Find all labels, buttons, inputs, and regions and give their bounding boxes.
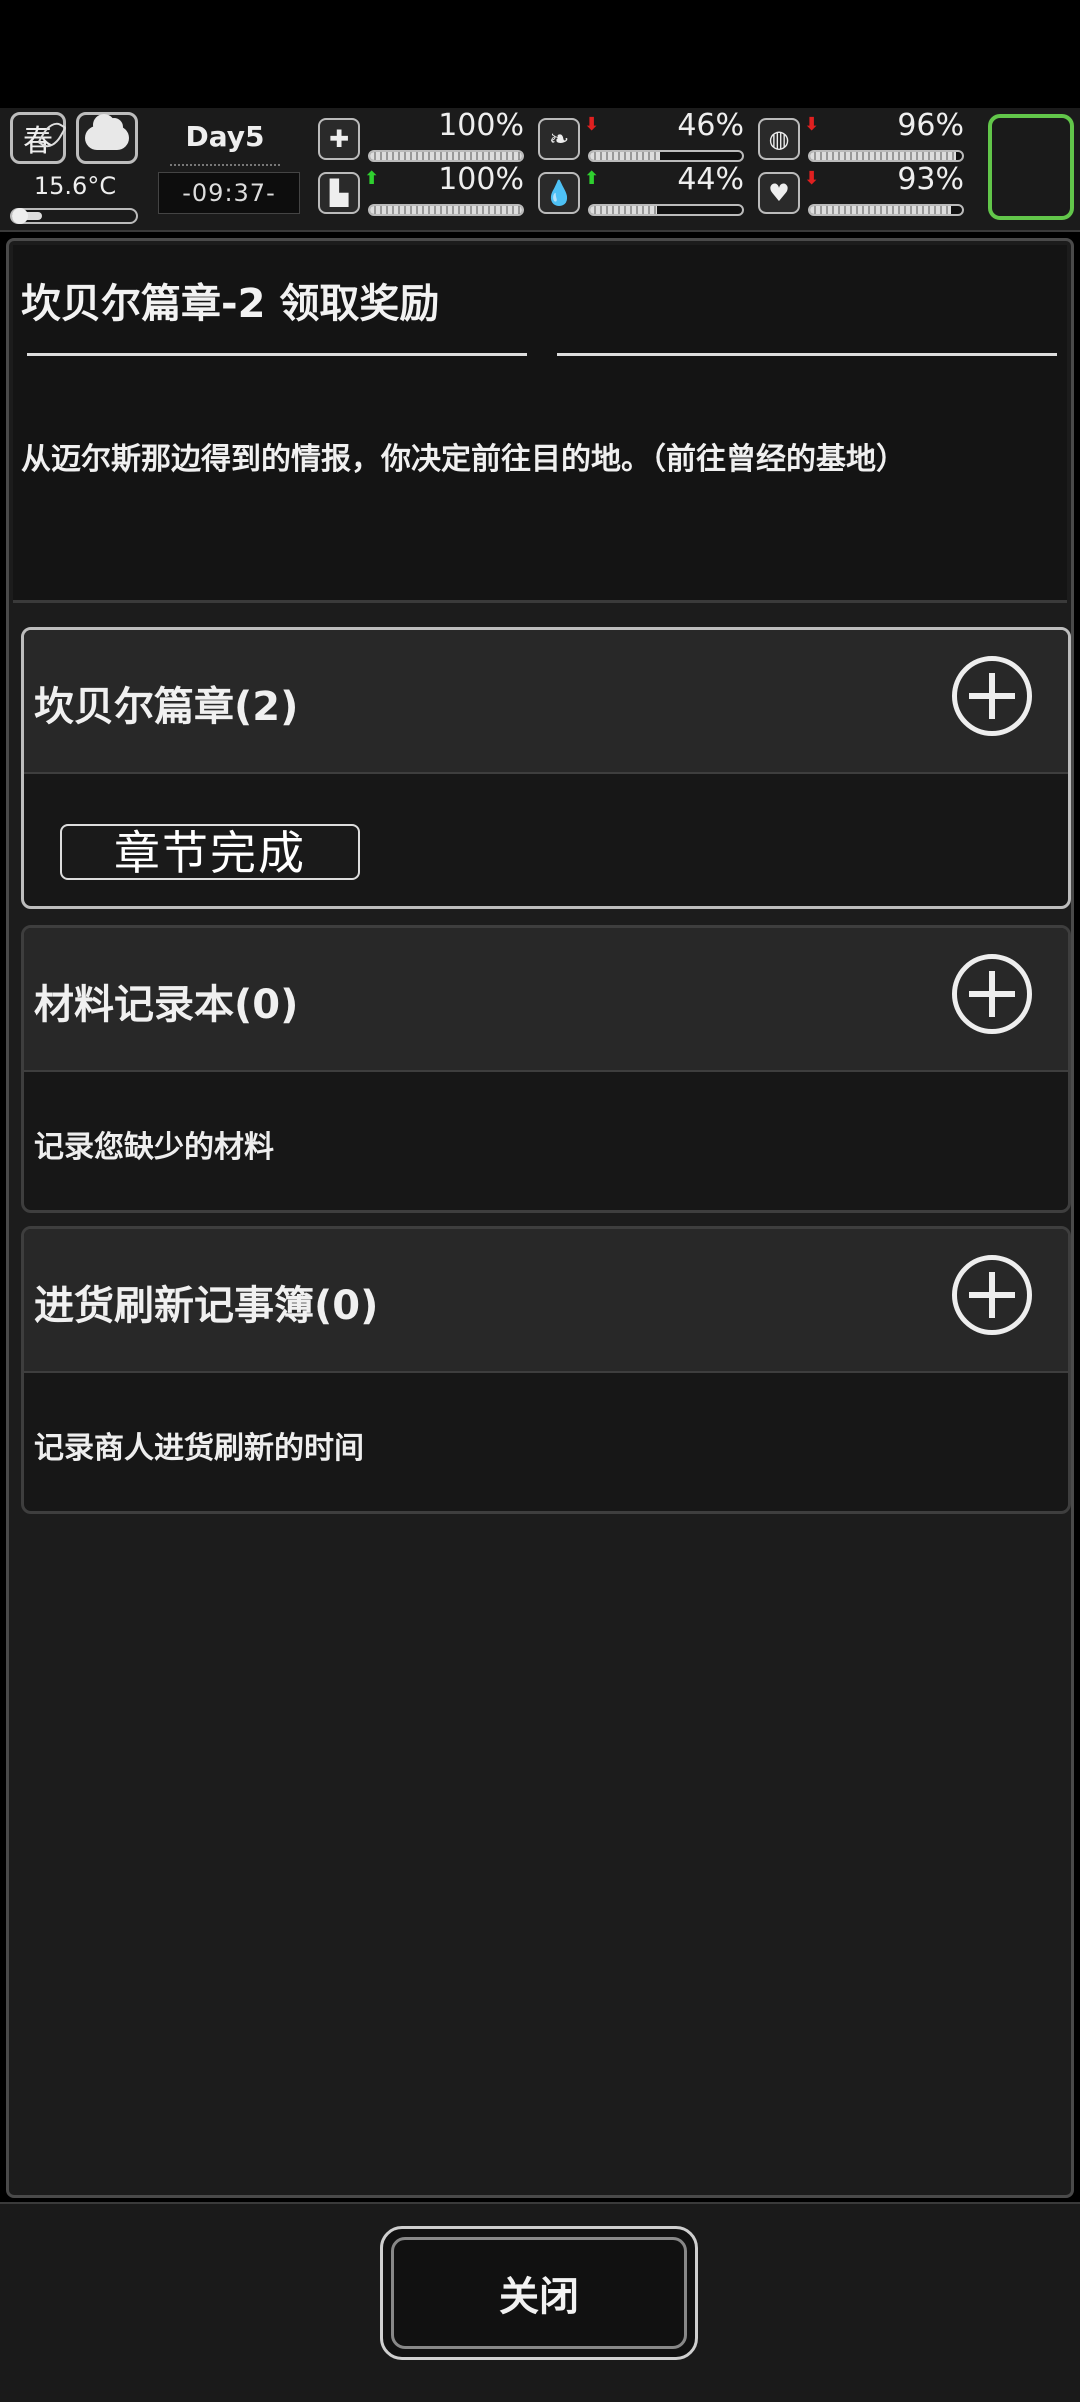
card-material-notebook[interactable]: 材料记录本(0) 记录您缺少的材料: [21, 925, 1071, 1213]
quest-panel: 坎贝尔篇章-2 领取奖励 从迈尔斯那边得到的情报，你决定前往目的地。（前往曾经的…: [6, 238, 1074, 2198]
close-button[interactable]: 关闭: [380, 2226, 698, 2360]
pill-icon: ◍: [758, 118, 800, 160]
stat-bar: [588, 150, 744, 162]
expand-plus-icon[interactable]: [952, 656, 1032, 736]
card-campbell-chapter[interactable]: 坎贝尔篇章(2) 章节完成: [21, 627, 1071, 909]
season-badge[interactable]: 春: [10, 112, 67, 164]
weather-button[interactable]: [76, 112, 138, 164]
card-title: 材料记录本(0): [34, 982, 299, 1028]
trend-arrow-icon: ⬇: [584, 114, 600, 135]
clock-display: -09:37-: [158, 172, 300, 214]
stat-stamina[interactable]: ▙ ⬆ 100%: [318, 162, 528, 218]
title-divider: [27, 353, 1057, 357]
stat-medicine[interactable]: ◍ ⬇ 96%: [758, 108, 968, 164]
stat-bar: [808, 204, 964, 216]
boot-icon: ▙: [318, 172, 360, 214]
stat-bar: [588, 204, 744, 216]
status-bar: [0, 0, 1080, 108]
card-title: 进货刷新记事簿(0): [34, 1283, 379, 1329]
card-description: 记录您缺少的材料: [34, 1130, 274, 1165]
stat-thirst[interactable]: 💧 ⬆ 44%: [538, 162, 748, 218]
card-header: 进货刷新记事簿(0): [24, 1229, 1068, 1373]
stat-value: 100%: [438, 108, 524, 143]
equipment-slot[interactable]: [988, 114, 1074, 220]
day-label: Day5: [185, 120, 265, 153]
trend-arrow-icon: ⬆: [364, 168, 380, 189]
cloud-icon: [85, 114, 129, 150]
thermometer-bulb: [12, 208, 28, 224]
card-header: 坎贝尔篇章(2): [24, 630, 1068, 774]
stat-bar-fill: [370, 152, 522, 160]
quest-title: 坎贝尔篇章-2 领取奖励: [21, 281, 440, 327]
stat-bar-fill: [590, 152, 660, 160]
temperature-label: 15.6°C: [33, 172, 117, 200]
stat-value: 100%: [438, 162, 524, 197]
card-header: 材料记录本(0): [24, 928, 1068, 1072]
quest-description: 从迈尔斯那边得到的情报，你决定前往目的地。（前往曾经的基地）: [21, 442, 906, 477]
card-restock-notebook[interactable]: 进货刷新记事簿(0) 记录商人进货刷新的时间: [21, 1226, 1071, 1514]
water-drop-icon: 💧: [538, 172, 580, 214]
stat-bar-fill: [810, 206, 952, 214]
thermometer-bar: [10, 208, 138, 224]
chapter-complete-badge: 章节完成: [60, 824, 360, 880]
stat-bar: [368, 150, 524, 162]
heart-icon: ♥: [758, 172, 800, 214]
stat-health[interactable]: ✚ 100%: [318, 108, 528, 164]
trend-arrow-icon: ⬇: [804, 168, 820, 189]
medkit-icon: ✚: [318, 118, 360, 160]
quest-header: 坎贝尔篇章-2 领取奖励 从迈尔斯那边得到的情报，你决定前往目的地。（前往曾经的…: [13, 245, 1067, 603]
stat-bar: [368, 204, 524, 216]
close-button-label: 关闭: [391, 2237, 687, 2349]
stat-bar-fill: [370, 206, 522, 214]
expand-plus-icon[interactable]: [952, 1255, 1032, 1335]
stat-value: 96%: [897, 108, 964, 143]
card-title: 坎贝尔篇章(2): [34, 684, 299, 730]
stat-bar-fill: [590, 206, 657, 214]
card-description: 记录商人进货刷新的时间: [34, 1431, 364, 1466]
stat-value: 46%: [677, 108, 744, 143]
stat-bar-fill: [810, 152, 956, 160]
hud-bar: 春 15.6°C Day5 -09:37- ✚ 100% ❧ ⬇ 46% ◍ ⬇…: [0, 108, 1080, 232]
expand-plus-icon[interactable]: [952, 954, 1032, 1034]
stat-value: 44%: [677, 162, 744, 197]
trend-arrow-icon: ⬆: [584, 168, 600, 189]
stat-value: 93%: [897, 162, 964, 197]
stat-bar: [808, 150, 964, 162]
stat-hunger[interactable]: ❧ ⬇ 46%: [538, 108, 748, 164]
day-divider: [170, 164, 280, 170]
stomach-icon: ❧: [538, 118, 580, 160]
stat-mood[interactable]: ♥ ⬇ 93%: [758, 162, 968, 218]
bottom-bar: 关闭: [0, 2202, 1080, 2402]
trend-arrow-icon: ⬇: [804, 114, 820, 135]
